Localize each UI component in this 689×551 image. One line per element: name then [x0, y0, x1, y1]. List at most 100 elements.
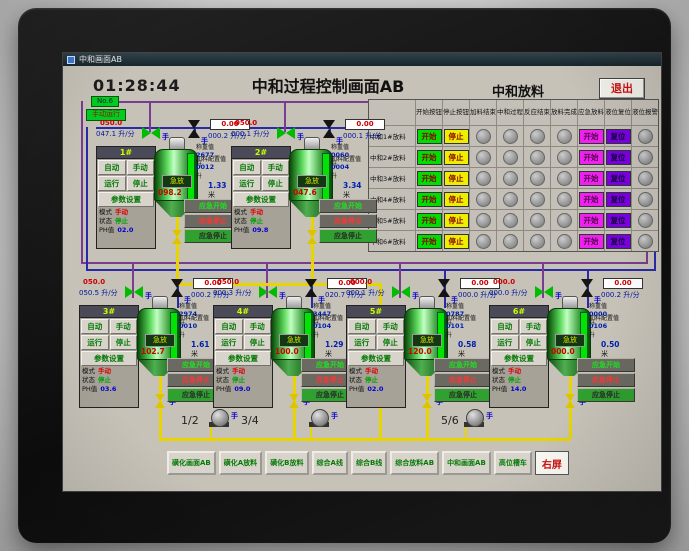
config-value-row: 加料配置值 0010 升: [179, 313, 209, 339]
manual-button[interactable]: 手动: [376, 319, 404, 334]
level-reset-button[interactable]: 复位: [605, 191, 631, 207]
start-button[interactable]: 开始: [416, 191, 442, 207]
auto-button[interactable]: 自动: [81, 319, 109, 334]
params-button[interactable]: 参数设置: [491, 351, 547, 366]
level-reset-button[interactable]: 复位: [605, 170, 631, 186]
params-button[interactable]: 参数设置: [98, 192, 154, 207]
emergency-discharge-button[interactable]: 开始: [578, 128, 604, 144]
start-button[interactable]: 开始: [416, 128, 442, 144]
right-screen-button[interactable]: 右屏: [534, 451, 569, 475]
manual-button[interactable]: 手动: [126, 160, 154, 175]
run-button[interactable]: 运行: [215, 335, 243, 350]
nav-button[interactable]: 综合A线: [311, 451, 348, 475]
level-reset-button[interactable]: 复位: [605, 212, 631, 228]
auto-button[interactable]: 自动: [215, 319, 243, 334]
quick-discharge-button[interactable]: 急放: [162, 175, 192, 188]
auto-button[interactable]: 自动: [491, 319, 519, 334]
stop-button[interactable]: 停止: [376, 335, 404, 350]
emergency-stop-button[interactable]: 应急停止: [577, 373, 635, 387]
pump-icon[interactable]: [211, 409, 229, 427]
params-button[interactable]: 参数设置: [233, 192, 289, 207]
start-button[interactable]: 开始: [416, 233, 442, 249]
nav-button[interactable]: 磺化B放料: [265, 451, 309, 475]
caustic-valve-icon[interactable]: [305, 279, 317, 297]
caustic-valve-icon[interactable]: [581, 279, 593, 297]
inlet-valve-icon[interactable]: [125, 286, 143, 298]
params-button[interactable]: 参数设置: [81, 351, 137, 366]
level-reset-button[interactable]: 复位: [605, 233, 631, 249]
caustic-valve-icon[interactable]: [438, 279, 450, 297]
inlet-valve-icon[interactable]: [142, 127, 160, 139]
emergency-stop-button[interactable]: 应急停止: [434, 373, 492, 387]
quick-discharge-button[interactable]: 急放: [279, 334, 309, 347]
nav-button[interactable]: 磺化A放料: [218, 451, 263, 475]
params-button[interactable]: 参数设置: [348, 351, 404, 366]
info-value: 09.0: [234, 385, 251, 393]
pump-icon[interactable]: [466, 409, 484, 427]
stop-button[interactable]: 停止: [519, 335, 547, 350]
stop-button[interactable]: 停止: [443, 170, 469, 186]
auto-button[interactable]: 自动: [348, 319, 376, 334]
stop-button[interactable]: 停止: [443, 128, 469, 144]
stop-button[interactable]: 停止: [443, 233, 469, 249]
run-button[interactable]: 运行: [98, 176, 126, 191]
level-reset-button[interactable]: 复位: [605, 128, 631, 144]
nav-button[interactable]: 高位槽车: [493, 451, 532, 475]
flow-setpoint-box[interactable]: 0.00: [603, 278, 643, 289]
inlet-valve-icon[interactable]: [535, 286, 553, 298]
stop-button[interactable]: 停止: [443, 149, 469, 165]
neutralize-lamp: [502, 170, 518, 186]
emergency-discharge-button[interactable]: 开始: [578, 149, 604, 165]
stop-button[interactable]: 停止: [443, 212, 469, 228]
emergency-stop-button[interactable]: 应急停止: [319, 214, 377, 228]
emergency-start-button[interactable]: 应急开始: [434, 358, 492, 372]
run-button[interactable]: 运行: [81, 335, 109, 350]
emergency-start-button[interactable]: 应急开始: [319, 199, 377, 213]
inlet-valve-icon[interactable]: [259, 286, 277, 298]
start-button[interactable]: 开始: [416, 212, 442, 228]
run-button[interactable]: 运行: [348, 335, 376, 350]
inlet-valve-icon[interactable]: [392, 286, 410, 298]
nav-button[interactable]: 磺化画面AB: [167, 451, 216, 475]
nav-button[interactable]: 综合放料AB: [390, 451, 440, 475]
emergency-discharge-button[interactable]: 开始: [578, 191, 604, 207]
run-button[interactable]: 运行: [233, 176, 261, 191]
stop-button[interactable]: 停止: [261, 176, 289, 191]
manual-button[interactable]: 手动: [243, 319, 271, 334]
quick-discharge-button[interactable]: 急放: [412, 334, 442, 347]
nav-button[interactable]: 中和画面AB: [442, 451, 491, 475]
auto-button[interactable]: 自动: [98, 160, 126, 175]
run-button[interactable]: 运行: [491, 335, 519, 350]
stop-button[interactable]: 停止: [126, 176, 154, 191]
start-button[interactable]: 开始: [416, 149, 442, 165]
manual-button[interactable]: 手动: [109, 319, 137, 334]
emergency-discharge-button[interactable]: 开始: [578, 212, 604, 228]
auto-button[interactable]: 自动: [233, 160, 261, 175]
stop-button[interactable]: 停止: [443, 191, 469, 207]
quick-discharge-button[interactable]: 急放: [145, 334, 175, 347]
caustic-valve-icon[interactable]: [188, 120, 200, 138]
quick-discharge-button[interactable]: 急放: [297, 175, 327, 188]
params-button[interactable]: 参数设置: [215, 351, 271, 366]
panel-buttons: 自动 手动 运行 停止 参数设置: [214, 318, 272, 367]
flow-actual: 000.3 升/分: [213, 289, 252, 297]
tank-id-label: 1#: [97, 147, 155, 159]
inlet-valve-icon[interactable]: [277, 127, 295, 139]
emergency-start-button[interactable]: 应急开始: [577, 358, 635, 372]
stop-button[interactable]: 停止: [109, 335, 137, 350]
caustic-valve-icon[interactable]: [323, 120, 335, 138]
emergency-discharge-button[interactable]: 开始: [578, 170, 604, 186]
stop-button[interactable]: 停止: [243, 335, 271, 350]
start-button[interactable]: 开始: [416, 170, 442, 186]
flow-setpoint-box[interactable]: 0.00: [345, 119, 385, 130]
pump-icon[interactable]: [311, 409, 329, 427]
table-cell: [632, 189, 658, 209]
exit-button[interactable]: 退出: [599, 78, 645, 99]
quick-discharge-button[interactable]: 急放: [555, 334, 585, 347]
nav-button[interactable]: 综合B线: [350, 451, 388, 475]
manual-button[interactable]: 手动: [261, 160, 289, 175]
level-reset-button[interactable]: 复位: [605, 149, 631, 165]
emergency-discharge-button[interactable]: 开始: [578, 233, 604, 249]
caustic-valve-icon[interactable]: [171, 279, 183, 297]
manual-button[interactable]: 手动: [519, 319, 547, 334]
